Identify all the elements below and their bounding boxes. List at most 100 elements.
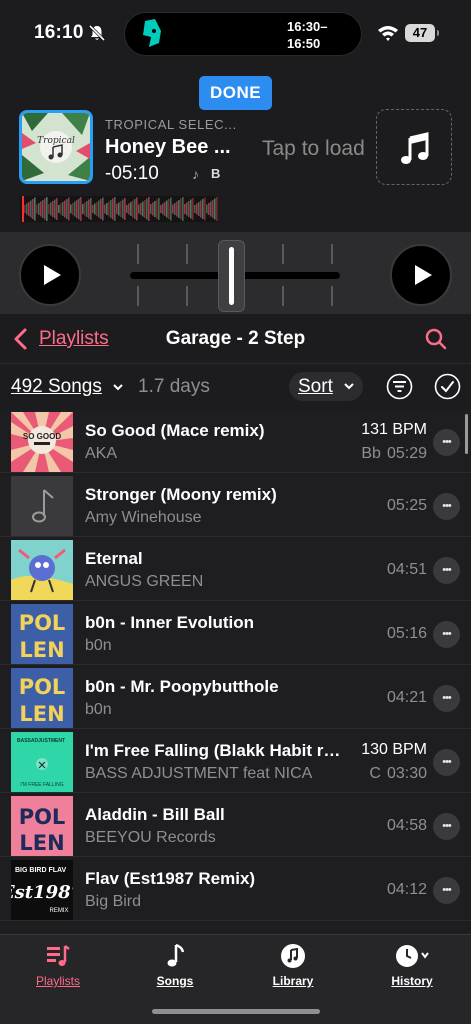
tab-history[interactable]: History (367, 943, 457, 988)
dynamic-island[interactable]: 16:30– 16:50 (124, 12, 362, 56)
chevron-down-icon (344, 383, 354, 390)
select-checkmark-icon[interactable] (434, 373, 461, 400)
clock-icon (396, 945, 429, 967)
svg-text:SO GOOD: SO GOOD (23, 432, 61, 441)
track-bpm: 131 BPM (361, 421, 427, 438)
done-button[interactable]: DONE (199, 76, 272, 110)
music-note-icon: ♪ (192, 166, 199, 182)
more-options-button[interactable] (433, 813, 460, 840)
more-options-button[interactable] (433, 493, 460, 520)
svg-text:LEN: LEN (19, 638, 64, 662)
bell-muted-icon (88, 24, 106, 42)
play-icon (44, 265, 61, 285)
total-duration: 1.7 days (138, 376, 210, 397)
battery-indicator: 47 (405, 24, 439, 42)
svg-text:LEN: LEN (19, 831, 64, 855)
track-artist: BASS ADJUSTMENT feat NICA (85, 765, 313, 782)
svg-text:Tropical: Tropical (37, 136, 75, 146)
play-button-deck-a[interactable] (19, 244, 81, 306)
more-options-button[interactable] (433, 685, 460, 712)
wifi-icon (378, 26, 398, 41)
track-artist: b0n (85, 637, 112, 654)
status-bar: 16:10 16:30– 16:50 47 (0, 0, 471, 66)
track-title: Eternal (85, 549, 143, 568)
deck-panel: DONE Tropical TROPICAL SELEC... Honey Be… (0, 66, 471, 232)
track-artist: Amy Winehouse (85, 509, 202, 526)
search-icon[interactable] (425, 328, 447, 350)
track-list[interactable]: SO GOOD So Good (Mace remix) AKA 131 BPM… (0, 410, 471, 938)
more-options-button[interactable] (433, 621, 460, 648)
album-art[interactable]: Tropical (19, 110, 93, 184)
table-row[interactable]: BASSADJUSTMENT I'M FREE FALLING I'm Free… (0, 730, 471, 793)
play-button-deck-b[interactable] (390, 244, 452, 306)
track-title: So Good (Mace remix) (85, 421, 265, 440)
track-key: B (211, 166, 221, 181)
tap-to-load-label[interactable]: Tap to load (262, 137, 365, 161)
tab-songs[interactable]: Songs (130, 943, 220, 988)
track-artist: Big Bird (85, 893, 142, 910)
svg-text:LEN: LEN (19, 702, 64, 726)
tab-playlists[interactable]: Playlists (13, 943, 103, 988)
table-row[interactable]: BIG BIRD FLAV Est1987 REMIX Flav (Est198… (0, 858, 471, 921)
scroll-indicator[interactable] (465, 414, 468, 454)
svg-text:I'M FREE FALLING: I'M FREE FALLING (20, 782, 63, 788)
transport-controls (0, 232, 471, 314)
svg-text:POL: POL (19, 675, 66, 699)
loaded-track-title: Honey Bee ... (105, 136, 231, 158)
track-duration: 04:58 (386, 817, 427, 834)
music-note-icon (11, 476, 73, 536)
home-indicator[interactable] (152, 1009, 320, 1014)
svg-text:POL: POL (19, 805, 66, 829)
filter-icon[interactable] (386, 373, 413, 400)
list-toolbar: 492 Songs 1.7 days Sort (0, 364, 471, 410)
more-options-button[interactable] (433, 877, 460, 904)
track-artwork: POL LEN (11, 604, 73, 664)
island-time-range: 16:30– 16:50 (287, 19, 328, 51)
more-options-button[interactable] (433, 749, 460, 776)
library-icon (281, 944, 305, 968)
track-artwork: BASSADJUSTMENT I'M FREE FALLING (11, 732, 73, 792)
track-artwork: POL LEN (11, 796, 73, 856)
track-artwork-placeholder (11, 476, 73, 536)
track-duration: 05:16 (386, 625, 427, 642)
waveform[interactable] (20, 196, 218, 222)
table-row[interactable]: POL LEN b0n - Mr. Poopybutthole b0n 04:2… (0, 666, 471, 729)
svg-text:BIG BIRD FLAV: BIG BIRD FLAV (15, 867, 67, 874)
table-row[interactable]: SO GOOD So Good (Mace remix) AKA 131 BPM… (0, 410, 471, 473)
track-title: I'm Free Falling (Blakk Habit remix) (85, 741, 347, 760)
more-options-button[interactable] (433, 557, 460, 584)
crossfader-knob[interactable] (218, 240, 245, 312)
table-row[interactable]: Stronger (Moony remix) Amy Winehouse 05:… (0, 474, 471, 537)
more-options-button[interactable] (433, 429, 460, 456)
load-deck-slot[interactable] (376, 109, 452, 185)
track-artwork (11, 540, 73, 600)
track-key-duration: C 03:30 (369, 765, 427, 782)
sort-button[interactable]: Sort (289, 372, 363, 401)
track-artist: ANGUS GREEN (85, 573, 204, 590)
track-bpm: 130 BPM (361, 741, 427, 758)
song-count-selector[interactable]: 492 Songs (11, 376, 102, 398)
track-duration: 04:51 (386, 561, 427, 578)
clock: 16:10 (34, 22, 84, 43)
table-row[interactable]: POL LEN b0n - Inner Evolution b0n 05:16 (0, 602, 471, 665)
table-row[interactable]: POL LEN Aladdin - Bill Ball BEEYOU Recor… (0, 794, 471, 857)
source-playlist-label: TROPICAL SELEC... (105, 117, 237, 132)
track-title: Stronger (Moony remix) (85, 485, 277, 504)
track-title: Flav (Est1987 Remix) (85, 869, 256, 888)
track-artwork: SO GOOD (11, 412, 73, 472)
track-duration: 04:21 (386, 689, 427, 706)
chevron-down-icon[interactable] (113, 384, 123, 391)
track-artwork: BIG BIRD FLAV Est1987 REMIX (11, 860, 73, 920)
tab-label: Songs (156, 974, 194, 988)
track-artwork: POL LEN (11, 668, 73, 728)
table-row[interactable]: Eternal ANGUS GREEN 04:51 (0, 538, 471, 601)
track-artist: AKA (85, 445, 118, 462)
track-artist: BEEYOU Records (85, 829, 216, 846)
sort-label: Sort (298, 376, 333, 397)
svg-text:REMIX: REMIX (49, 908, 68, 914)
svg-text:Est1987: Est1987 (11, 882, 73, 903)
play-icon (415, 265, 432, 285)
track-duration: 04:12 (386, 881, 427, 898)
track-title: b0n - Mr. Poopybutthole (85, 677, 279, 696)
tab-library[interactable]: Library (248, 943, 338, 988)
